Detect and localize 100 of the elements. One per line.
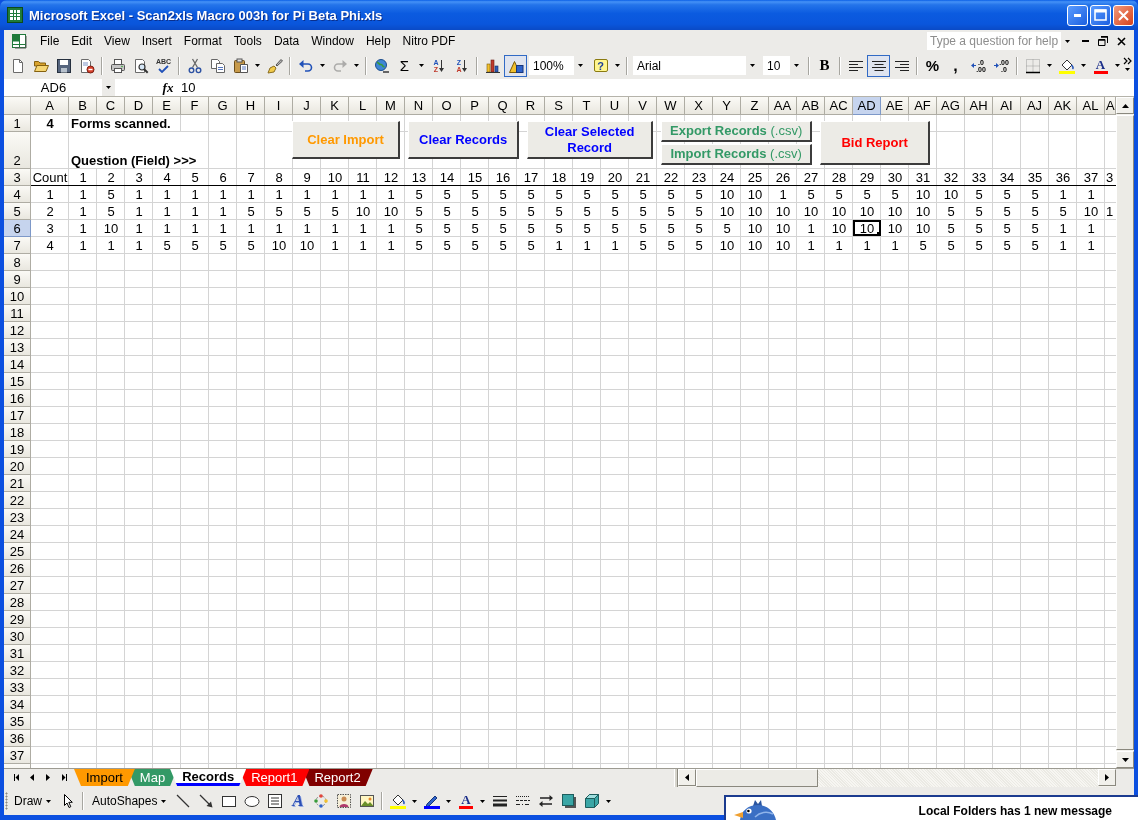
row-header[interactable]: 15 <box>4 373 31 390</box>
row-header[interactable]: 16 <box>4 390 31 407</box>
row-header[interactable]: 35 <box>4 713 31 730</box>
dropdown-arrow-icon[interactable] <box>794 64 799 67</box>
spreadsheet-icon[interactable] <box>7 7 23 23</box>
column-header[interactable]: AA <box>769 97 797 115</box>
dropdown-arrow-icon[interactable] <box>46 799 51 803</box>
row-header[interactable]: 25 <box>4 543 31 560</box>
row-header[interactable]: 33 <box>4 679 31 696</box>
column-header[interactable]: AF <box>909 97 937 115</box>
row-header[interactable]: 32 <box>4 662 31 679</box>
column-header[interactable]: L <box>349 97 377 115</box>
row-header[interactable]: 28 <box>4 594 31 611</box>
row-header[interactable]: 6 <box>4 220 31 237</box>
row-header[interactable]: 2 <box>4 132 31 169</box>
column-header[interactable]: AG <box>937 97 965 115</box>
first-sheet-icon[interactable] <box>13 774 19 781</box>
column-header[interactable]: Y <box>713 97 741 115</box>
dropdown-arrow-icon[interactable] <box>354 64 359 67</box>
column-header[interactable]: D <box>125 97 153 115</box>
column-header[interactable]: J <box>293 97 321 115</box>
dropdown-arrow-icon[interactable] <box>106 86 111 89</box>
menu-item[interactable]: Nitro PDF <box>396 32 462 50</box>
name-box[interactable]: AD6 <box>5 79 115 96</box>
menu-item[interactable]: Tools <box>227 32 268 50</box>
bold-button[interactable]: B <box>813 54 836 77</box>
column-header[interactable]: A <box>31 97 69 115</box>
column-header[interactable]: Q <box>489 97 517 115</box>
dropdown-arrow-icon[interactable] <box>1115 64 1120 67</box>
dropdown-arrow-icon[interactable] <box>419 64 424 67</box>
menu-item[interactable]: File <box>34 32 66 50</box>
row-header[interactable]: 26 <box>4 560 31 577</box>
menu-item[interactable]: Insert <box>135 32 178 50</box>
font-color-button[interactable]: A <box>454 790 478 812</box>
row-header[interactable]: 21 <box>4 475 31 492</box>
menu-item[interactable]: Edit <box>65 32 99 50</box>
column-header[interactable]: I <box>265 97 293 115</box>
menu-item[interactable]: View <box>98 32 136 50</box>
row-header[interactable]: 34 <box>4 696 31 713</box>
row-header[interactable]: 11 <box>4 305 31 322</box>
column-header[interactable]: AL <box>1077 97 1105 115</box>
font-color-button[interactable]: A <box>1089 54 1112 77</box>
right-triangle-icon[interactable] <box>1105 774 1109 781</box>
font-combo[interactable]: Arial <box>633 56 759 75</box>
column-header[interactable]: F <box>181 97 209 115</box>
notification-popup[interactable]: Local Folders has 1 new message <box>724 795 1138 820</box>
column-header[interactable]: U <box>601 97 629 115</box>
scroll-up-button[interactable] <box>1116 97 1134 114</box>
maximize-button[interactable] <box>1090 4 1111 26</box>
row-header[interactable]: 7 <box>4 237 31 254</box>
wordart-button[interactable]: A <box>286 790 310 812</box>
menu-item[interactable]: Window <box>305 32 360 50</box>
dropdown-arrow-icon[interactable] <box>1047 64 1052 67</box>
left-arrow-icon[interactable] <box>971 63 977 68</box>
column-header[interactable]: R <box>517 97 545 115</box>
comma-button[interactable]: , <box>944 54 967 77</box>
down-arrow-icon[interactable] <box>438 59 444 72</box>
column-header[interactable]: AC <box>825 97 853 115</box>
insert-function-button[interactable]: fx <box>159 79 177 96</box>
help-search-field[interactable]: Type a question for help <box>927 32 1074 50</box>
column-header[interactable]: E <box>153 97 181 115</box>
left-triangle-icon[interactable] <box>685 774 689 781</box>
column-header[interactable]: AI <box>993 97 1021 115</box>
row-header[interactable]: 24 <box>4 526 31 543</box>
toolbar-grip[interactable] <box>5 792 8 810</box>
formula-field[interactable]: 10 <box>177 79 1134 96</box>
column-header[interactable]: AB <box>797 97 825 115</box>
row-header[interactable]: 22 <box>4 492 31 509</box>
sheet-tab[interactable]: Records <box>170 769 247 786</box>
right-arrow-icon[interactable] <box>994 63 1000 68</box>
row-header[interactable]: 27 <box>4 577 31 594</box>
next-sheet-icon[interactable] <box>46 774 50 781</box>
row-header[interactable]: 30 <box>4 628 31 645</box>
row-header[interactable]: 12 <box>4 322 31 339</box>
dropdown-arrow-icon[interactable] <box>320 64 325 67</box>
font-size-combo[interactable]: 10 <box>763 56 803 75</box>
percent-button[interactable]: % <box>921 54 944 77</box>
row-header[interactable]: 14 <box>4 356 31 373</box>
column-header[interactable]: C <box>97 97 125 115</box>
column-header[interactable]: V <box>629 97 657 115</box>
row-header[interactable]: 9 <box>4 271 31 288</box>
maximize-icon[interactable] <box>1094 9 1107 21</box>
restore-icon[interactable] <box>1098 36 1108 46</box>
row-header[interactable]: 19 <box>4 441 31 458</box>
menu-button[interactable]: Draw <box>9 790 56 812</box>
column-header[interactable]: AE <box>881 97 909 115</box>
column-header[interactable]: Z <box>741 97 769 115</box>
row-header[interactable]: 10 <box>4 288 31 305</box>
column-header[interactable]: X <box>685 97 713 115</box>
column-header[interactable]: AH <box>965 97 993 115</box>
row-header[interactable]: 8 <box>4 254 31 271</box>
sheet-button[interactable]: Clear Records <box>408 121 520 159</box>
horizontal-scrollbar[interactable] <box>678 769 1116 787</box>
menu-item[interactable]: Help <box>359 32 397 50</box>
menu-item[interactable]: Format <box>177 32 228 50</box>
row-header[interactable]: 23 <box>4 509 31 526</box>
down-arrow-icon[interactable] <box>461 59 467 72</box>
up-triangle-icon[interactable] <box>1121 103 1129 108</box>
scroll-left-button[interactable] <box>678 769 696 786</box>
check-icon[interactable] <box>158 65 169 73</box>
